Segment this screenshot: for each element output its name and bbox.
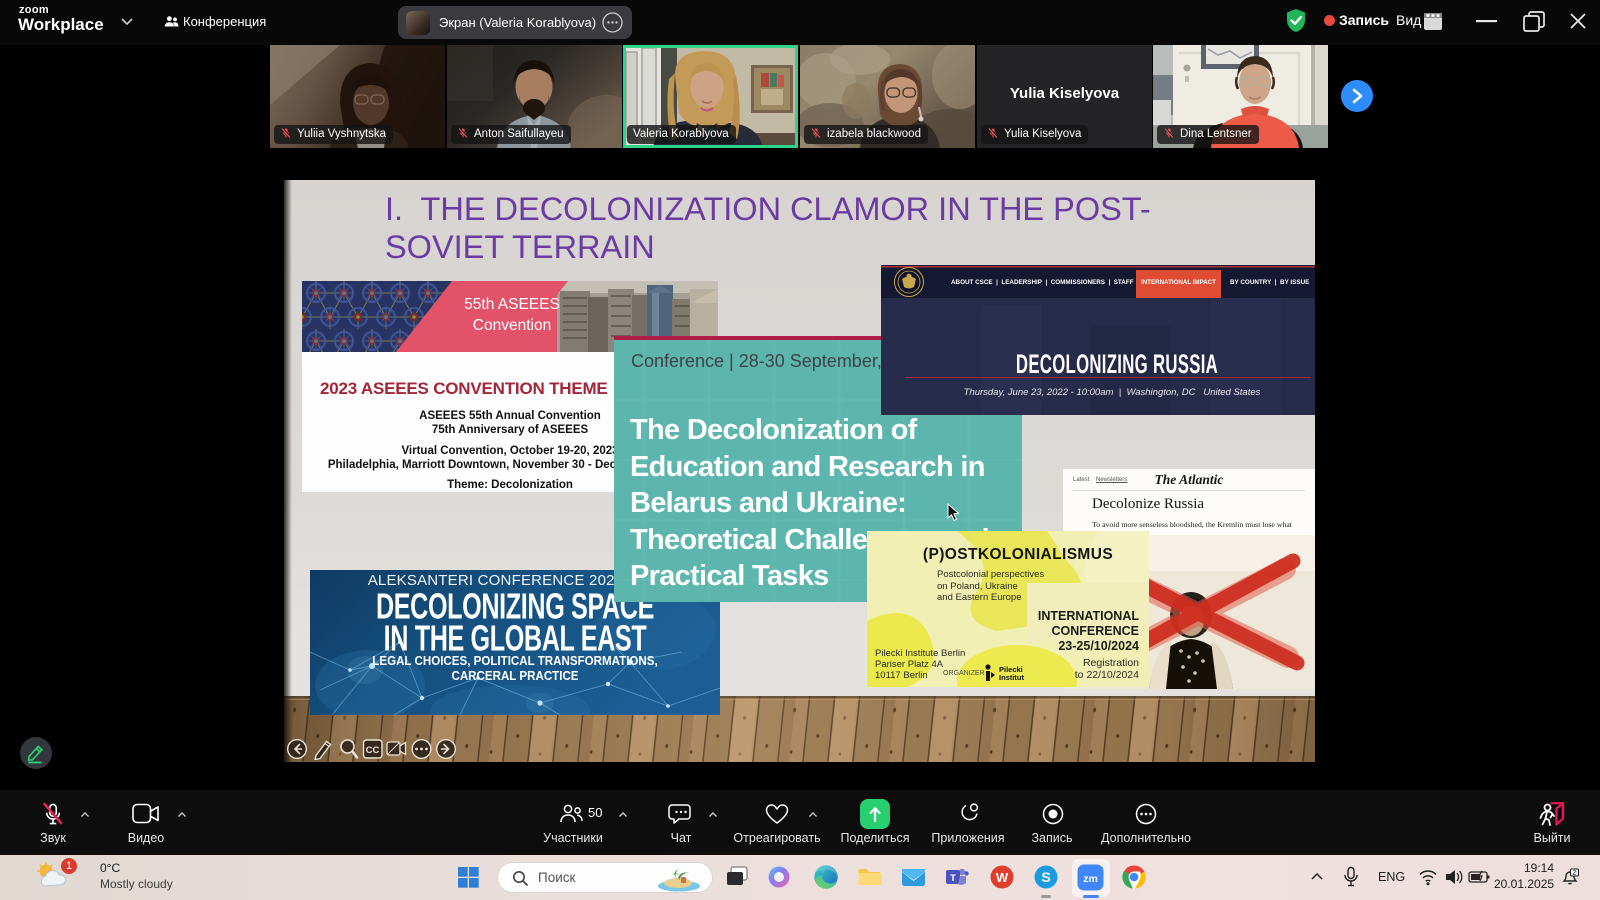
svg-text:zm: zm [1083,873,1098,885]
svg-text:CC: CC [366,745,380,756]
svg-text:Z: Z [1573,871,1577,877]
svg-text:S: S [1041,869,1050,885]
svg-text:W: W [996,870,1009,885]
svg-text:T: T [950,873,956,884]
